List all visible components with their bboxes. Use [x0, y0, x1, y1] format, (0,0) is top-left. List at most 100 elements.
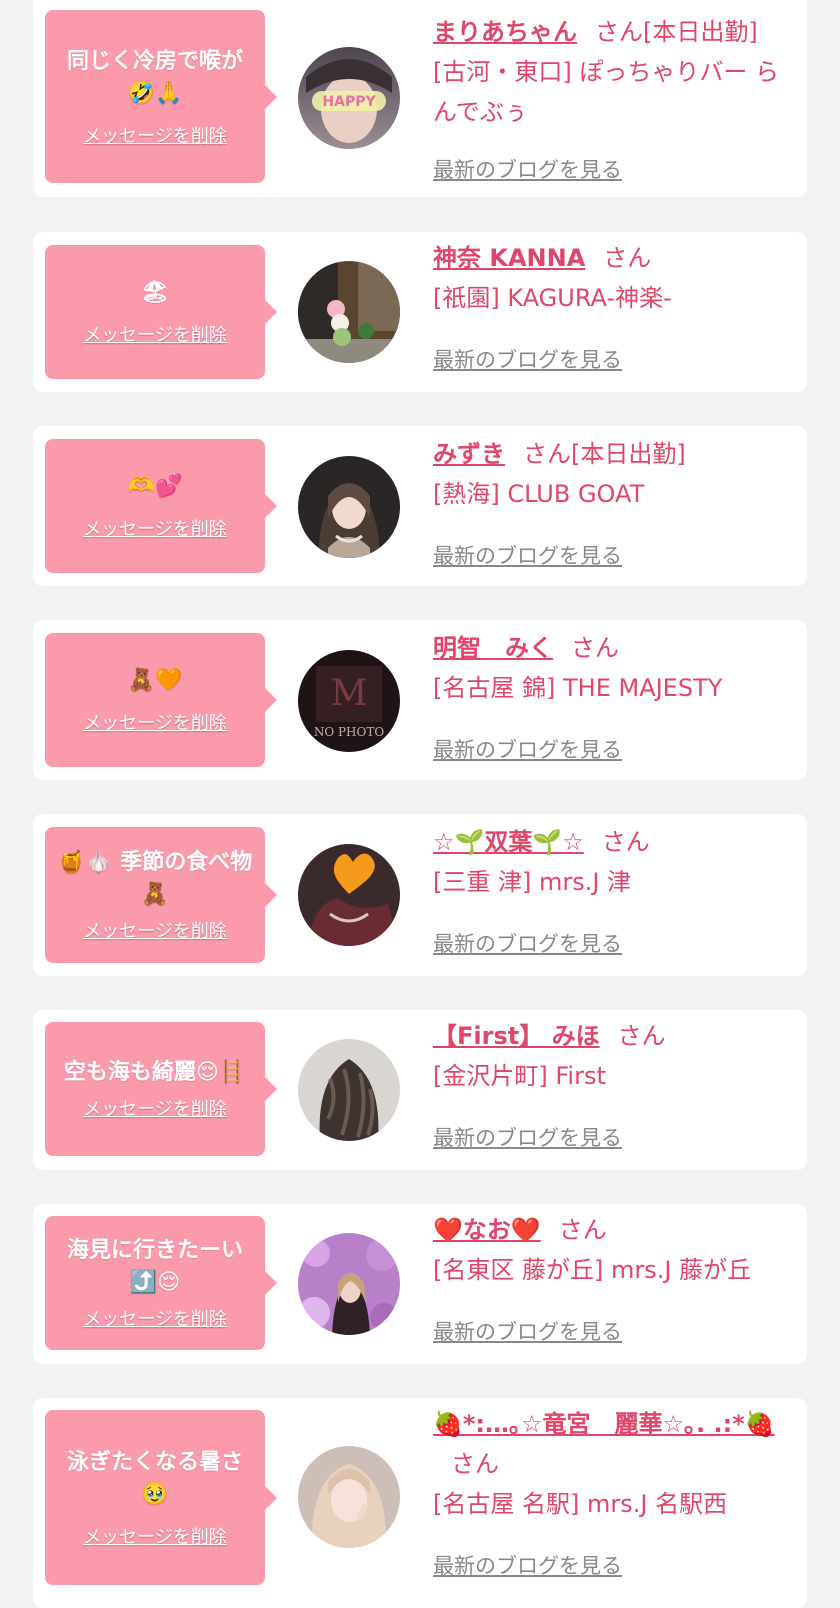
no-photo-avatar-icon: M NO PHOTO — [298, 650, 400, 752]
message-text: 🧸🧡 — [127, 668, 183, 693]
message-text: 同じく冷房で喉が🤣🙏 — [66, 48, 243, 106]
name-line: 🍓*:…｡☆竜宮 麗華☆｡. .:*🍓 さん — [433, 1404, 793, 1484]
message-bubble: 同じく冷房で喉が🤣🙏 メッセージを削除 — [45, 10, 277, 183]
message-bubble: 海見に行きたーい⤴️😌 メッセージを削除 — [45, 1216, 277, 1350]
cast-name-link[interactable]: 明智 みく — [433, 634, 553, 662]
entry-info: まりあちゃん さん[本日出勤] [古河・東口] ぽっちゃりバー らんでぶぅ — [433, 12, 793, 132]
street-photo-avatar-icon — [298, 261, 400, 363]
delete-message-link[interactable]: メッセージを削除 — [83, 1095, 227, 1121]
message-text: 泳ぎたくなる暑さ🥹 — [66, 1449, 243, 1507]
svg-text:NO PHOTO: NO PHOTO — [314, 725, 385, 739]
message-text: 🫶💕 — [127, 474, 183, 499]
honorific-suffix: さん[本日出勤] — [523, 440, 686, 468]
cast-name-link[interactable]: ❤️なお❤️ — [433, 1216, 541, 1244]
message-card: 🍯🧄 季節の食べ物🧸 メッセージを削除 ☆🌱双葉🌱☆ さん [三重 津] mrs.… — [33, 814, 807, 976]
message-card: 🏖 メッセージを削除 神奈 KANNA さん [祇園] KAGURA-神楽- 最新… — [33, 232, 807, 392]
blonde-photo-avatar-icon — [298, 1446, 400, 1548]
name-line: まりあちゃん さん[本日出勤] — [433, 12, 793, 52]
girl-photo-avatar-icon — [298, 456, 400, 558]
latest-blog-link[interactable]: 最新のブログを見る — [433, 928, 622, 958]
message-bubble: 🫶💕 メッセージを削除 — [45, 439, 277, 573]
latest-blog-link[interactable]: 最新のブログを見る — [433, 154, 622, 184]
svg-text:HAPPY: HAPPY — [322, 94, 376, 110]
honorific-suffix: さん[本日出勤] — [595, 18, 758, 46]
entry-info: 【First】 みほ さん [金沢片町] First — [433, 1016, 793, 1096]
avatar[interactable] — [298, 1446, 400, 1548]
flower-photo-avatar-icon — [298, 1233, 400, 1335]
entry-info: ☆🌱双葉🌱☆ さん [三重 津] mrs.J 津 — [433, 822, 793, 902]
avatar[interactable] — [298, 1233, 400, 1335]
shop-name: [名東区 藤が丘] mrs.J 藤が丘 — [433, 1256, 752, 1284]
honorific-suffix: さん — [451, 1450, 499, 1478]
delete-message-link[interactable]: メッセージを削除 — [83, 122, 227, 148]
honorific-suffix: さん — [603, 244, 652, 272]
avatar[interactable] — [298, 261, 400, 363]
delete-message-link[interactable]: メッセージを削除 — [83, 1305, 227, 1331]
shop-name: [名古屋 錦] THE MAJESTY — [433, 674, 723, 702]
happy-sticker-avatar-icon: HAPPY — [298, 47, 400, 149]
avatar[interactable]: HAPPY — [298, 47, 400, 149]
delete-message-link[interactable]: メッセージを削除 — [83, 321, 227, 347]
honorific-suffix: さん — [601, 828, 650, 856]
name-line: みずき さん[本日出勤] — [433, 434, 793, 474]
message-card: 空も海も綺麗😌🪜 メッセージを削除 【First】 みほ さん [金沢片町] Fi… — [33, 1010, 807, 1170]
delete-message-link[interactable]: メッセージを削除 — [83, 709, 227, 735]
heart-sticker-avatar-icon — [298, 844, 400, 946]
message-bubble: 空も海も綺麗😌🪜 メッセージを削除 — [45, 1022, 277, 1156]
avatar[interactable] — [298, 456, 400, 558]
hair-photo-avatar-icon — [298, 1039, 400, 1141]
honorific-suffix: さん — [558, 1216, 607, 1244]
name-line: ❤️なお❤️ さん — [433, 1210, 793, 1250]
message-card: 🧸🧡 メッセージを削除 M NO PHOTO 明智 みく さん [名古屋 錦] T… — [33, 620, 807, 780]
latest-blog-link[interactable]: 最新のブログを見る — [433, 1122, 622, 1152]
avatar[interactable] — [298, 1039, 400, 1141]
cast-name-link[interactable]: 【First】 みほ — [433, 1022, 600, 1050]
name-line: ☆🌱双葉🌱☆ さん — [433, 822, 793, 862]
shop-name: [名古屋 名駅] mrs.J 名駅西 — [433, 1490, 728, 1518]
latest-blog-link[interactable]: 最新のブログを見る — [433, 1316, 622, 1346]
shop-name: [熱海] CLUB GOAT — [433, 480, 645, 508]
cast-name-link[interactable]: 神奈 KANNA — [433, 244, 585, 272]
entry-info: みずき さん[本日出勤] [熱海] CLUB GOAT — [433, 434, 793, 514]
delete-message-link[interactable]: メッセージを削除 — [83, 515, 227, 541]
message-list: 同じく冷房で喉が🤣🙏 メッセージを削除 HAPPY まりあちゃん さん[本日出勤]… — [0, 0, 840, 1608]
message-card: 🫶💕 メッセージを削除 みずき さん[本日出勤] [熱海] CLUB GOAT 最… — [33, 426, 807, 586]
cast-name-link[interactable]: ☆🌱双葉🌱☆ — [433, 828, 584, 856]
message-card: 同じく冷房で喉が🤣🙏 メッセージを削除 HAPPY まりあちゃん さん[本日出勤]… — [33, 0, 807, 197]
delete-message-link[interactable]: メッセージを削除 — [83, 917, 227, 943]
cast-name-link[interactable]: まりあちゃん — [433, 18, 577, 46]
message-card: 海見に行きたーい⤴️😌 メッセージを削除 ❤️なお❤️ さん [名東区 藤が丘] … — [33, 1204, 807, 1364]
message-text: 空も海も綺麗😌🪜 — [63, 1060, 247, 1085]
entry-info: 神奈 KANNA さん [祇園] KAGURA-神楽- — [433, 238, 793, 318]
name-line: 【First】 みほ さん — [433, 1016, 793, 1056]
avatar[interactable]: M NO PHOTO — [298, 650, 400, 752]
shop-name: [金沢片町] First — [433, 1062, 606, 1090]
avatar[interactable] — [298, 844, 400, 946]
cast-name-link[interactable]: みずき — [433, 440, 505, 468]
shop-name: [祇園] KAGURA-神楽- — [433, 284, 672, 312]
latest-blog-link[interactable]: 最新のブログを見る — [433, 540, 622, 570]
message-text: 🏖 — [141, 280, 169, 305]
cast-name-link[interactable]: 🍓*:…｡☆竜宮 麗華☆｡. .:*🍓 — [433, 1410, 775, 1438]
latest-blog-link[interactable]: 最新のブログを見る — [433, 734, 622, 764]
latest-blog-link[interactable]: 最新のブログを見る — [433, 344, 622, 374]
name-line: 神奈 KANNA さん — [433, 238, 793, 278]
honorific-suffix: さん — [617, 1022, 666, 1050]
message-bubble: 🧸🧡 メッセージを削除 — [45, 633, 277, 767]
message-text: 🍯🧄 季節の食べ物🧸 — [57, 850, 253, 907]
entry-info: 明智 みく さん [名古屋 錦] THE MAJESTY — [433, 628, 793, 708]
message-card: 泳ぎたくなる暑さ🥹 メッセージを削除 🍓*:…｡☆竜宮 麗華☆｡. .:*🍓 さん… — [33, 1398, 807, 1608]
svg-text:M: M — [331, 673, 368, 714]
message-bubble: 🏖 メッセージを削除 — [45, 245, 277, 379]
shop-name: [古河・東口] ぽっちゃりバー らんでぶぅ — [433, 58, 779, 126]
honorific-suffix: さん — [571, 634, 619, 662]
message-bubble: 泳ぎたくなる暑さ🥹 メッセージを削除 — [45, 1410, 277, 1585]
message-bubble: 🍯🧄 季節の食べ物🧸 メッセージを削除 — [45, 827, 277, 963]
shop-name: [三重 津] mrs.J 津 — [433, 868, 632, 896]
entry-info: ❤️なお❤️ さん [名東区 藤が丘] mrs.J 藤が丘 — [433, 1210, 793, 1290]
latest-blog-link[interactable]: 最新のブログを見る — [433, 1550, 622, 1580]
delete-message-link[interactable]: メッセージを削除 — [83, 1523, 227, 1549]
entry-info: 🍓*:…｡☆竜宮 麗華☆｡. .:*🍓 さん [名古屋 名駅] mrs.J 名駅西 — [433, 1404, 793, 1524]
message-text: 海見に行きたーい⤴️😌 — [66, 1238, 243, 1295]
name-line: 明智 みく さん — [433, 628, 793, 668]
